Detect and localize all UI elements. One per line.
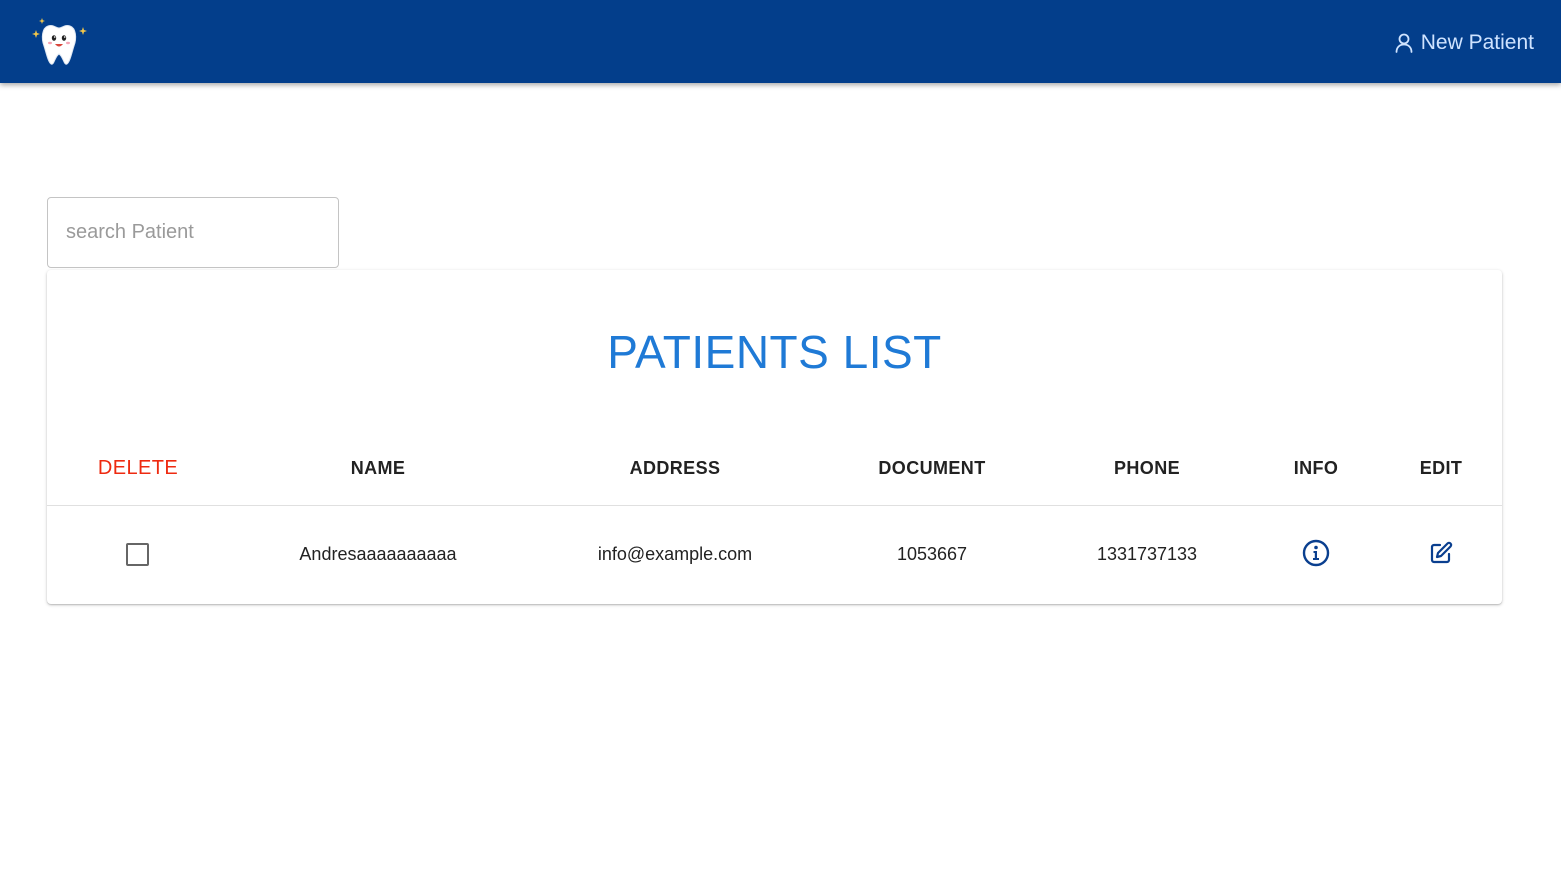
column-header-phone: PHONE <box>1113 458 1181 478</box>
column-header-edit: EDIT <box>1419 458 1463 478</box>
patient-phone: 1331737133 <box>1096 544 1198 564</box>
new-patient-label: New Patient <box>1420 31 1534 54</box>
app-bar: New Patient <box>0 0 1561 83</box>
new-patient-link[interactable]: New Patient <box>1395 28 1534 58</box>
edit-button[interactable] <box>1426 538 1456 568</box>
patient-document: 1053667 <box>896 544 968 564</box>
search-field[interactable] <box>47 197 339 268</box>
header-divider <box>47 505 1502 506</box>
column-header-name: NAME <box>350 458 406 478</box>
user-icon <box>1395 33 1413 53</box>
column-header-info: INFO <box>1293 458 1339 478</box>
patients-card: PATIENTS LIST DELETE NAME ADDRESS DOCUME… <box>47 270 1502 604</box>
column-header-document: DOCUMENT <box>878 458 986 478</box>
delete-checkbox[interactable] <box>126 543 149 566</box>
patient-name: Andresaaaaaaaaaa <box>299 544 457 564</box>
page-title: PATIENTS LIST <box>607 326 942 378</box>
info-icon <box>1302 539 1330 567</box>
patient-address: info@example.com <box>597 544 753 564</box>
column-header-delete: DELETE <box>97 457 179 479</box>
column-header-address: ADDRESS <box>629 458 721 478</box>
tooth-logo-icon[interactable] <box>30 16 88 68</box>
edit-icon <box>1430 541 1453 564</box>
search-input[interactable] <box>48 198 338 267</box>
info-button[interactable] <box>1301 538 1331 568</box>
